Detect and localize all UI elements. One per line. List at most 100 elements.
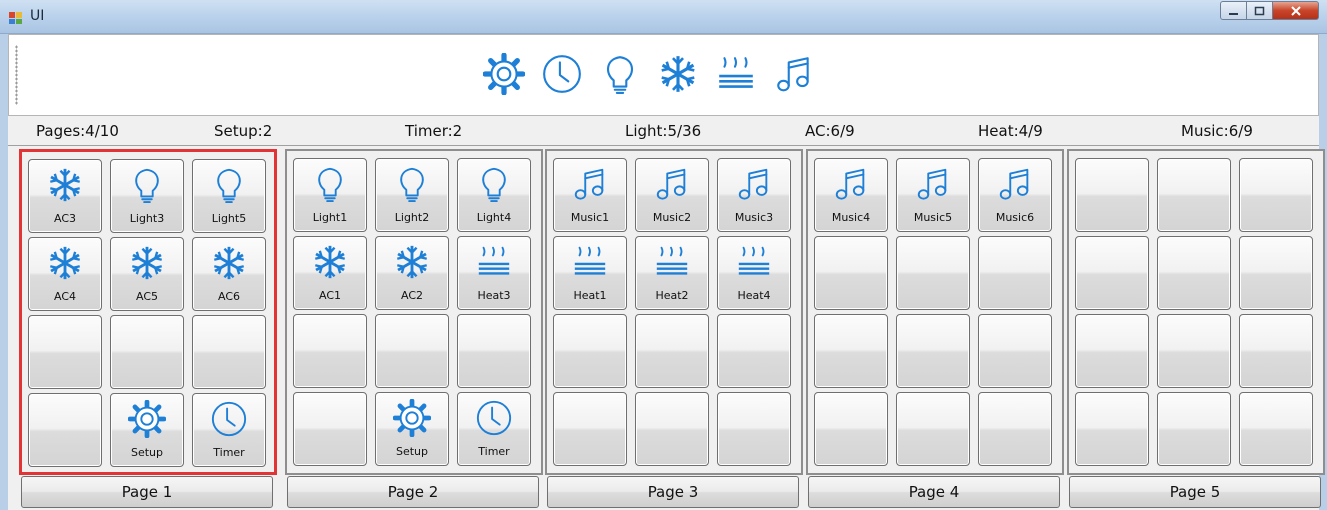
empty-slot-button[interactable] (1075, 314, 1149, 388)
empty-slot-button[interactable] (1157, 392, 1231, 466)
empty-slot-button[interactable] (110, 315, 184, 389)
heat-icon[interactable] (713, 51, 759, 97)
device-button-music6[interactable]: Music6 (978, 158, 1052, 232)
device-button-ac3[interactable]: AC3 (28, 159, 102, 233)
device-button-heat3[interactable]: Heat3 (457, 236, 531, 310)
empty-slot-button[interactable] (553, 314, 627, 388)
empty-slot-button[interactable] (635, 314, 709, 388)
button-grid: Music1 Music2 Music3 Heat1 Heat2 Heat4 (553, 158, 791, 466)
music-icon (979, 165, 1051, 205)
device-button-ac4[interactable]: AC4 (28, 237, 102, 311)
device-button-timer[interactable]: Timer (192, 393, 266, 467)
device-button-heat2[interactable]: Heat2 (635, 236, 709, 310)
status-line: Pages:4/10 Setup:2 Timer:2 Light:5/36 AC… (8, 116, 1319, 146)
device-button-heat1[interactable]: Heat1 (553, 236, 627, 310)
empty-slot-button[interactable] (1157, 236, 1231, 310)
empty-slot-button[interactable] (814, 236, 888, 310)
window-frame-left (0, 34, 8, 510)
empty-slot-button[interactable] (28, 315, 102, 389)
empty-slot-button[interactable] (978, 236, 1052, 310)
title-bar[interactable]: UI (0, 0, 1327, 34)
empty-slot-button[interactable] (457, 314, 531, 388)
device-button-light2[interactable]: Light2 (375, 158, 449, 232)
gear-icon (376, 399, 448, 439)
empty-slot-button[interactable] (896, 236, 970, 310)
page-button-2[interactable]: Page 2 (287, 476, 539, 508)
empty-slot-button[interactable] (293, 314, 367, 388)
empty-slot-button[interactable] (896, 392, 970, 466)
device-button-light4[interactable]: Light4 (457, 158, 531, 232)
device-label: Music4 (831, 211, 871, 224)
setup-count: Setup:2 (214, 122, 273, 140)
app-icon (8, 9, 24, 25)
device-button-music2[interactable]: Music2 (635, 158, 709, 232)
empty-slot-button[interactable] (28, 393, 102, 467)
device-button-light3[interactable]: Light3 (110, 159, 184, 233)
bulb-icon[interactable] (597, 51, 643, 97)
empty-slot-button[interactable] (717, 314, 791, 388)
toolbar-grip[interactable] (15, 45, 18, 105)
toolbar-icons (481, 49, 829, 99)
device-button-ac1[interactable]: AC1 (293, 236, 367, 310)
page-button-5[interactable]: Page 5 (1069, 476, 1321, 508)
empty-slot-button[interactable] (635, 392, 709, 466)
empty-slot-button[interactable] (1157, 158, 1231, 232)
device-button-ac6[interactable]: AC6 (192, 237, 266, 311)
device-button-ac2[interactable]: AC2 (375, 236, 449, 310)
device-button-music3[interactable]: Music3 (717, 158, 791, 232)
empty-slot-button[interactable] (814, 314, 888, 388)
device-label: Music1 (570, 211, 610, 224)
empty-slot-button[interactable] (814, 392, 888, 466)
empty-slot-button[interactable] (1239, 314, 1313, 388)
device-button-music4[interactable]: Music4 (814, 158, 888, 232)
music-icon (718, 165, 790, 205)
heat-icon (458, 243, 530, 283)
clock-icon (193, 400, 265, 440)
light-count: Light:5/36 (625, 122, 702, 140)
page-button-4[interactable]: Page 4 (808, 476, 1060, 508)
empty-slot-button[interactable] (1239, 158, 1313, 232)
page-panel-5: Page 5 (1067, 149, 1325, 510)
music-icon[interactable] (771, 51, 817, 97)
empty-slot-button[interactable] (978, 392, 1052, 466)
empty-slot-button[interactable] (896, 314, 970, 388)
device-label: Light1 (312, 211, 348, 224)
device-label: AC2 (400, 289, 423, 302)
device-button-light5[interactable]: Light5 (192, 159, 266, 233)
empty-slot-button[interactable] (978, 314, 1052, 388)
device-button-setup[interactable]: Setup (375, 392, 449, 466)
device-button-ac5[interactable]: AC5 (110, 237, 184, 311)
button-grid: Music4 Music5 Music6 (814, 158, 1052, 466)
device-button-timer[interactable]: Timer (457, 392, 531, 466)
empty-slot-button[interactable] (1157, 314, 1231, 388)
empty-slot-button[interactable] (1239, 236, 1313, 310)
maximize-button[interactable] (1247, 1, 1273, 20)
empty-slot-button[interactable] (553, 392, 627, 466)
empty-slot-button[interactable] (293, 392, 367, 466)
device-label: Setup (395, 445, 429, 458)
device-button-music5[interactable]: Music5 (896, 158, 970, 232)
minimize-button[interactable] (1220, 1, 1247, 20)
device-button-music1[interactable]: Music1 (553, 158, 627, 232)
device-label: Heat3 (477, 289, 511, 302)
device-label: AC3 (53, 212, 76, 225)
device-button-heat4[interactable]: Heat4 (717, 236, 791, 310)
device-button-setup[interactable]: Setup (110, 393, 184, 467)
device-label: Music6 (995, 211, 1035, 224)
close-button[interactable] (1273, 1, 1319, 20)
empty-slot-button[interactable] (1075, 158, 1149, 232)
page-button-1[interactable]: Page 1 (21, 476, 273, 508)
music-icon (636, 165, 708, 205)
empty-slot-button[interactable] (1239, 392, 1313, 466)
empty-slot-button[interactable] (717, 392, 791, 466)
empty-slot-button[interactable] (192, 315, 266, 389)
gear-icon[interactable] (481, 51, 527, 97)
snowflake-icon[interactable] (655, 51, 701, 97)
empty-slot-button[interactable] (1075, 236, 1149, 310)
device-button-light1[interactable]: Light1 (293, 158, 367, 232)
page-button-3[interactable]: Page 3 (547, 476, 799, 508)
clock-icon[interactable] (539, 51, 585, 97)
empty-slot-button[interactable] (375, 314, 449, 388)
empty-slot-button[interactable] (1075, 392, 1149, 466)
page-frame: Music4 Music5 Music6 (806, 149, 1064, 475)
